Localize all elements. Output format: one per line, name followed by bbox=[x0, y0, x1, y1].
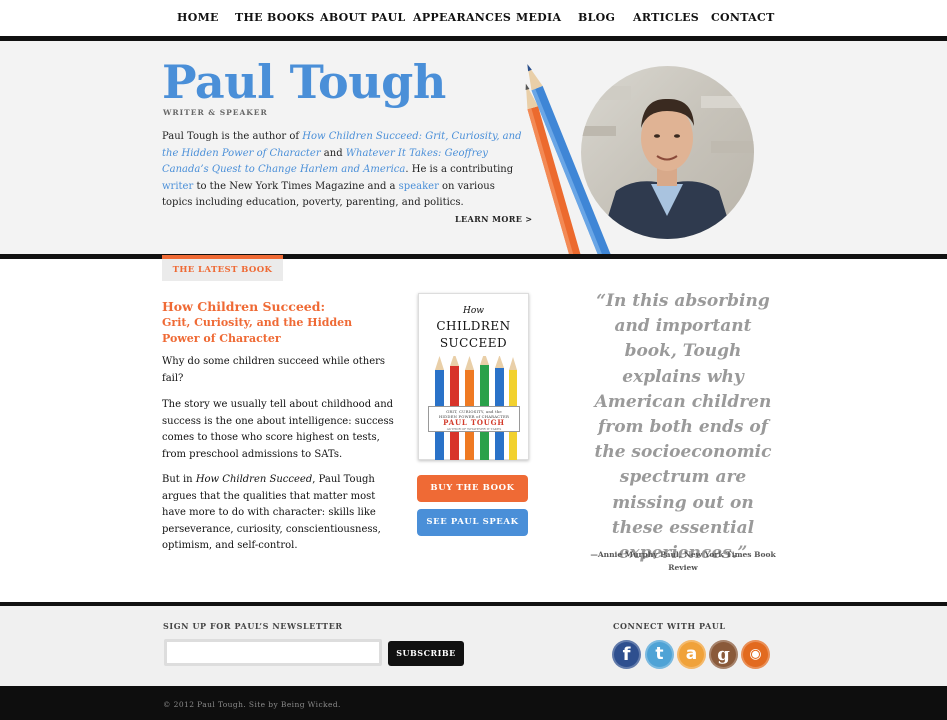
book-paragraph-3: But in How Children Succeed, Paul Tough … bbox=[162, 472, 397, 555]
amazon-icon[interactable]: a bbox=[677, 640, 706, 669]
cover-subtitle-1: GRIT, CURIOSITY, and the bbox=[446, 409, 502, 414]
nav-contact[interactable]: CONTACT bbox=[711, 11, 775, 24]
nav-appearances[interactable]: APPEARANCES bbox=[413, 11, 511, 24]
connect-label: CONNECT WITH PAUL bbox=[613, 621, 726, 631]
copyright-bar: © 2012 Paul Tough. Site by Being Wicked. bbox=[0, 686, 947, 720]
paragraph-text: , Paul Tough argues that the qualities t… bbox=[162, 474, 381, 552]
paragraph-text: But in bbox=[162, 474, 196, 485]
see-paul-speak-button[interactable]: SEE PAUL SPEAK bbox=[417, 509, 528, 536]
latest-book-tab: THE LATEST BOOK bbox=[162, 255, 283, 281]
review-quote: “In this absorbing and important book, T… bbox=[594, 291, 772, 564]
site-title[interactable]: Paul Tough bbox=[162, 55, 446, 109]
book-title-inline: How Children Succeed bbox=[195, 474, 313, 485]
hero-section: Paul Tough WRITER & SPEAKER Paul Tough i… bbox=[0, 41, 947, 259]
cover-how: How bbox=[463, 306, 484, 316]
nav-media[interactable]: MEDIA bbox=[516, 11, 561, 24]
newsletter-email-input[interactable] bbox=[164, 639, 382, 666]
cover-tagline: AUTHOR OF WHATEVER IT TAKES bbox=[446, 427, 502, 431]
nav-home[interactable]: HOME bbox=[177, 11, 219, 24]
book-paragraph-1: Why do some children succeed while other… bbox=[162, 356, 386, 384]
twitter-icon[interactable]: t bbox=[645, 640, 674, 669]
nav-the-books[interactable]: THE BOOKS bbox=[235, 11, 315, 24]
rss-icon[interactable]: ◉ bbox=[741, 640, 770, 669]
nav-about-paul[interactable]: ABOUT PAUL bbox=[320, 11, 406, 24]
nav-blog[interactable]: BLOG bbox=[578, 11, 615, 24]
speaker-link[interactable]: speaker bbox=[399, 181, 439, 192]
book-title: How Children Succeed: bbox=[162, 299, 326, 314]
cover-title-line-1: CHILDREN bbox=[436, 319, 511, 333]
writer-link[interactable]: writer bbox=[162, 181, 193, 192]
goodreads-icon[interactable]: g bbox=[709, 640, 738, 669]
buy-the-book-button[interactable]: BUY THE BOOK bbox=[417, 475, 528, 502]
book-subtitle: Grit, Curiosity, and the Hidden Power of… bbox=[162, 316, 353, 345]
copyright-text: © 2012 Paul Tough. Site by Being Wicked. bbox=[163, 700, 341, 709]
book-cover[interactable]: How CHILDREN SUCCEED GRIT, CURIOSITY, an… bbox=[418, 293, 529, 460]
author-portrait bbox=[581, 66, 754, 239]
facebook-icon[interactable]: f bbox=[612, 640, 641, 669]
nav-articles[interactable]: ARTICLES bbox=[633, 11, 699, 24]
cover-title-line-2: SUCCEED bbox=[439, 336, 508, 350]
bio-text: to the New York Times Magazine and a bbox=[193, 180, 399, 192]
author-bio: Paul Tough is the author of How Children… bbox=[162, 129, 522, 212]
footer: SIGN UP FOR PAUL’S NEWSLETTER SUBSCRIBE … bbox=[0, 606, 947, 686]
divider-middle bbox=[0, 254, 947, 259]
main-nav: HOME THE BOOKS ABOUT PAUL APPEARANCES ME… bbox=[0, 0, 947, 36]
site-tagline: WRITER & SPEAKER bbox=[163, 108, 268, 117]
newsletter-label: SIGN UP FOR PAUL’S NEWSLETTER bbox=[163, 621, 343, 631]
subscribe-button[interactable]: SUBSCRIBE bbox=[388, 641, 464, 666]
cover-author: PAUL TOUGH bbox=[443, 418, 505, 427]
book-paragraph-2: The story we usually tell about childhoo… bbox=[162, 399, 394, 460]
review-attribution: —Annie Murphy Paul, New York Times Book … bbox=[590, 550, 776, 572]
bio-text: . He is a contributing bbox=[405, 164, 514, 175]
bio-text: Paul Tough is the author of bbox=[162, 131, 303, 142]
cover-label-box: GRIT, CURIOSITY, and the HIDDEN POWER of… bbox=[428, 406, 520, 432]
bio-text: and bbox=[320, 147, 346, 159]
